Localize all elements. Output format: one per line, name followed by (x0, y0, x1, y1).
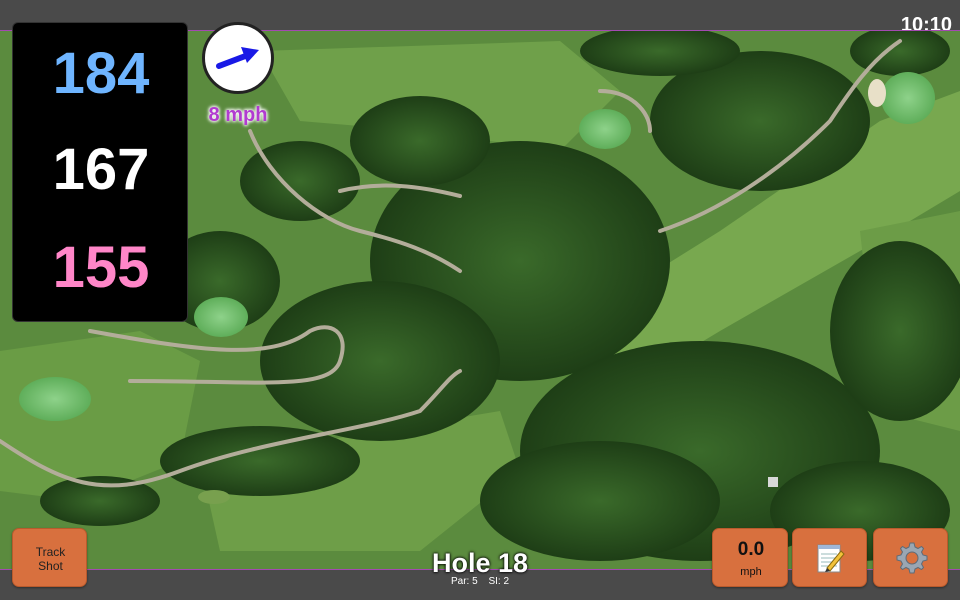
wind-direction-arrow-icon (216, 47, 259, 69)
distance-back: 184 (52, 41, 150, 106)
speed-unit: mph (740, 566, 762, 578)
hole-par: Par: 5 (450, 576, 478, 587)
speed-value: 0.0 (737, 539, 765, 560)
hole-title: Hole 18 (431, 548, 529, 578)
track-shot-label: Track Shot (35, 545, 66, 573)
wind-speed: 8 mph (208, 104, 268, 126)
hole-meta: Par: 5 SI: 2 (380, 577, 580, 587)
distance-middle: 167 (52, 137, 150, 202)
notepad-icon (817, 544, 845, 573)
settings-button[interactable] (873, 528, 948, 587)
distance-panel: 184 167 155 (12, 22, 188, 322)
track-shot-button[interactable]: Track Shot (12, 528, 87, 587)
notes-button[interactable] (792, 528, 867, 587)
gear-icon (896, 542, 928, 574)
distance-front: 155 (52, 235, 150, 300)
hole-stroke-index: SI: 2 (488, 576, 510, 587)
speed-button[interactable]: 0.0 mph (712, 528, 788, 587)
wind-indicator (202, 22, 274, 94)
